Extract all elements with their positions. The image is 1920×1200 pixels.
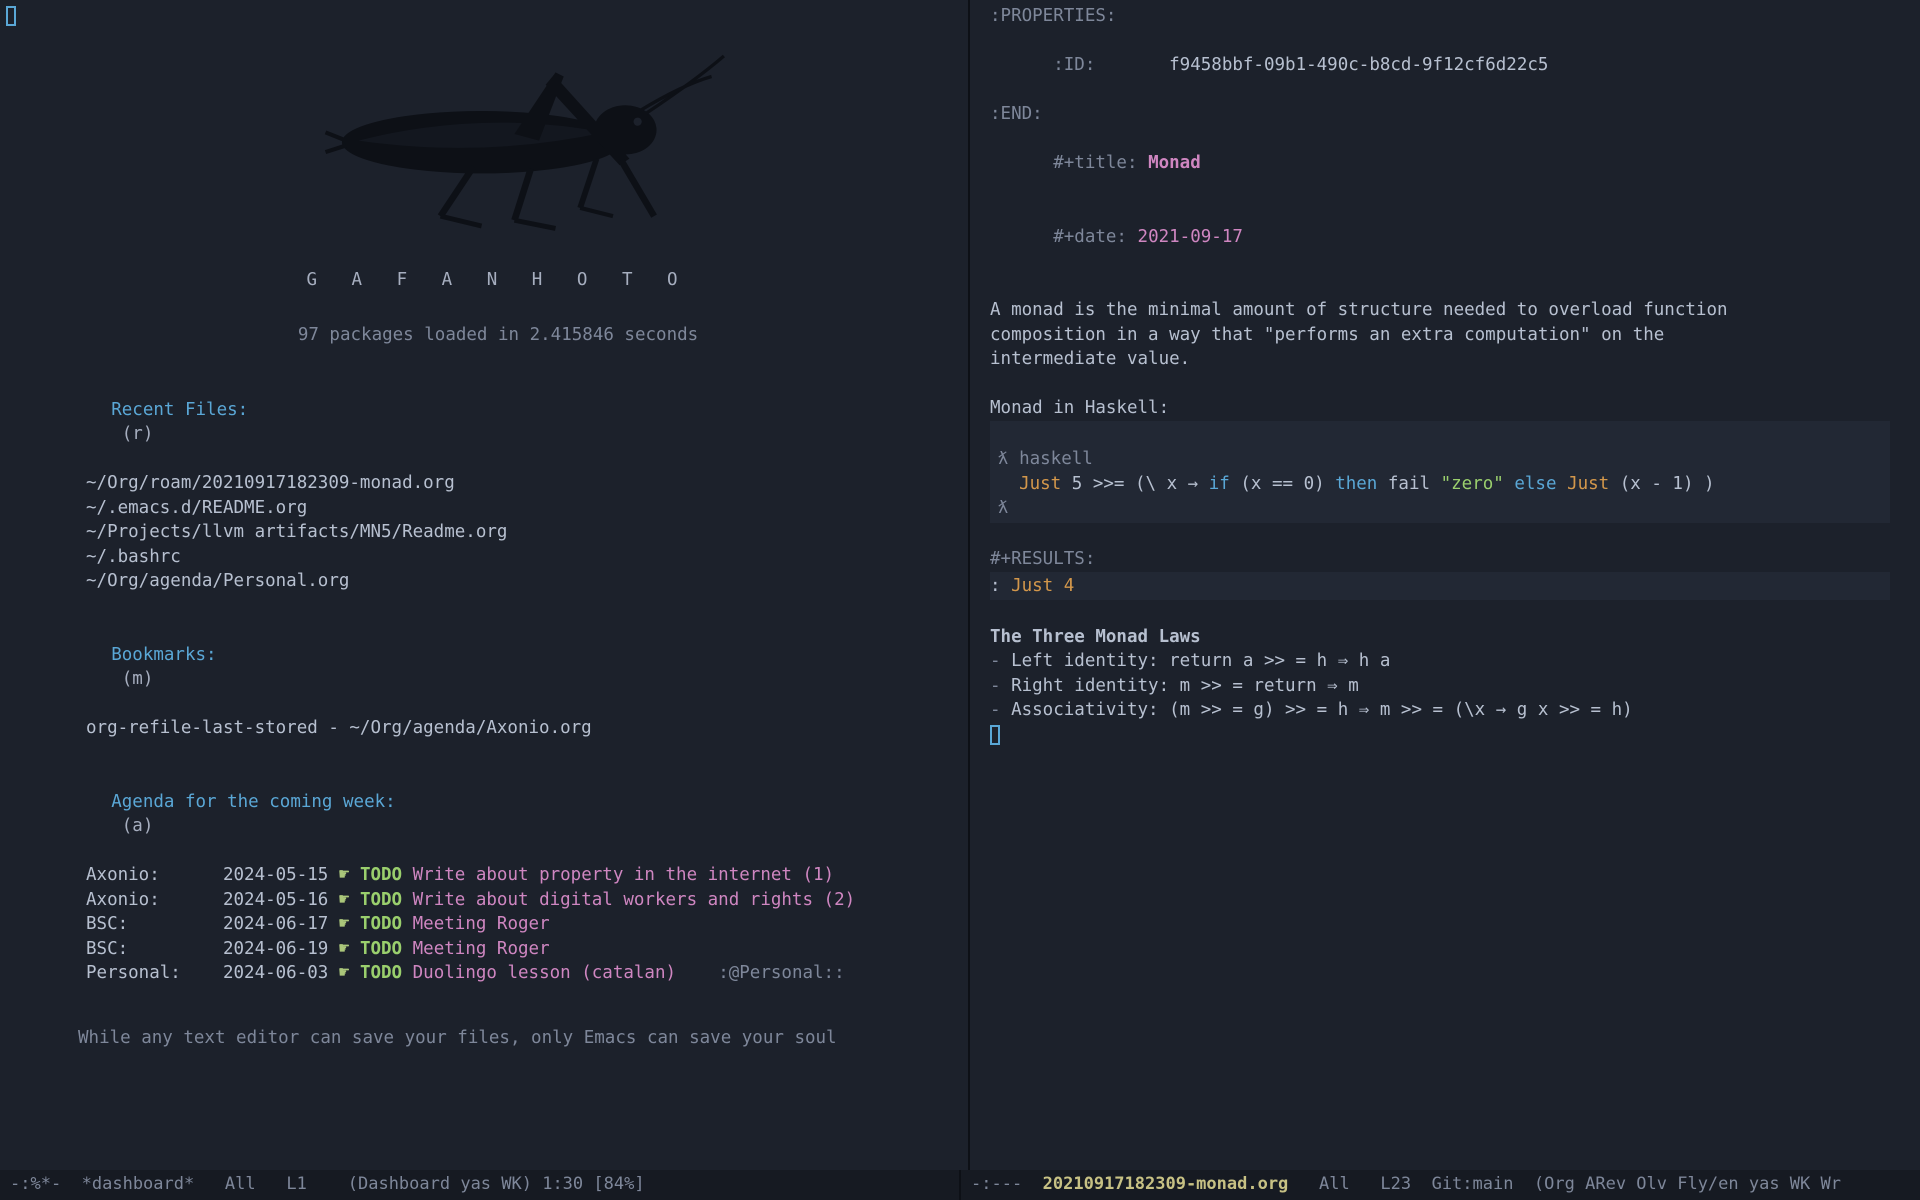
paragraph: A monad is the minimal amount of structu…	[990, 298, 1750, 372]
recent-files-heading: Recent Files:	[111, 400, 248, 420]
results-kw: #+RESULTS:	[990, 547, 1890, 572]
agenda-heading: Agenda for the coming week:	[111, 792, 395, 812]
law-item: - Left identity: return a >> = h ⇒ h a	[990, 649, 1890, 674]
brand-title: G A F A N H O T O	[48, 268, 948, 293]
laws-heading: The Three Monad Laws	[990, 625, 1890, 650]
end-drawer: :END:	[990, 102, 1890, 127]
recent-file-item[interactable]: ~/Org/agenda/Personal.org	[86, 569, 948, 594]
agenda-item[interactable]: BSC: 2024-06-19 ☛ TODO Meeting Roger	[86, 937, 948, 962]
modeline-right: -:--- 20210917182309-monad.org All L23 G…	[961, 1173, 1920, 1197]
dashboard-pane: G A F A N H O T O 97 packages loaded in …	[0, 0, 968, 1170]
footer-quote: While any text editor can save your file…	[48, 1026, 948, 1051]
properties-drawer: :PROPERTIES:	[990, 4, 1890, 29]
bookmark-item[interactable]: org-refile-last-stored - ~/Org/agenda/Ax…	[86, 716, 948, 741]
bookmarks-heading: Bookmarks:	[111, 645, 216, 665]
modeline-left: -:%*- *dashboard* All L1 (Dashboard yas …	[0, 1173, 959, 1197]
document-pane[interactable]: :PROPERTIES: :ID: f9458bbf-09b1-490c-b8c…	[970, 0, 1920, 1170]
agenda-key: (a)	[122, 816, 154, 836]
recent-file-item[interactable]: ~/Org/roam/20210917182309-monad.org	[86, 471, 948, 496]
cursor-icon	[6, 6, 16, 26]
recent-file-item[interactable]: ~/Projects/llvm artifacts/MN5/Readme.org	[86, 520, 948, 545]
logo-icon	[268, 14, 728, 254]
law-item: - Associativity: (m >> = g) >> = h ⇒ m >…	[990, 698, 1890, 723]
agenda-item[interactable]: BSC: 2024-06-17 ☛ TODO Meeting Roger	[86, 912, 948, 937]
results-value: : Just 4	[990, 572, 1890, 601]
date-line: #+date: 2021-09-17	[990, 200, 1890, 274]
code-block: ƛ haskell Just 5 >>= (\ x → if (x == 0) …	[990, 421, 1890, 523]
recent-file-item[interactable]: ~/.emacs.d/README.org	[86, 496, 948, 521]
title-line: #+title: Monad	[990, 127, 1890, 201]
modeline: -:%*- *dashboard* All L1 (Dashboard yas …	[0, 1170, 1920, 1200]
cursor-icon	[990, 725, 1000, 745]
agenda-list: Axonio: 2024-05-15 ☛ TODO Write about pr…	[48, 863, 948, 986]
bookmarks-key: (m)	[122, 669, 154, 689]
agenda-item[interactable]: Axonio: 2024-05-15 ☛ TODO Write about pr…	[86, 863, 948, 888]
agenda-item[interactable]: Personal: 2024-06-03 ☛ TODO Duolingo les…	[86, 961, 948, 986]
packages-status: 97 packages loaded in 2.415846 seconds	[48, 323, 948, 348]
law-item: - Right identity: m >> = return ⇒ m	[990, 674, 1890, 699]
agenda-item[interactable]: Axonio: 2024-05-16 ☛ TODO Write about di…	[86, 888, 948, 913]
recent-file-item[interactable]: ~/.bashrc	[86, 545, 948, 570]
recent-files-key	[111, 424, 122, 444]
haskell-intro: Monad in Haskell:	[990, 396, 1890, 421]
id-line: :ID: f9458bbf-09b1-490c-b8cd-9f12cf6d22c…	[990, 29, 1890, 103]
